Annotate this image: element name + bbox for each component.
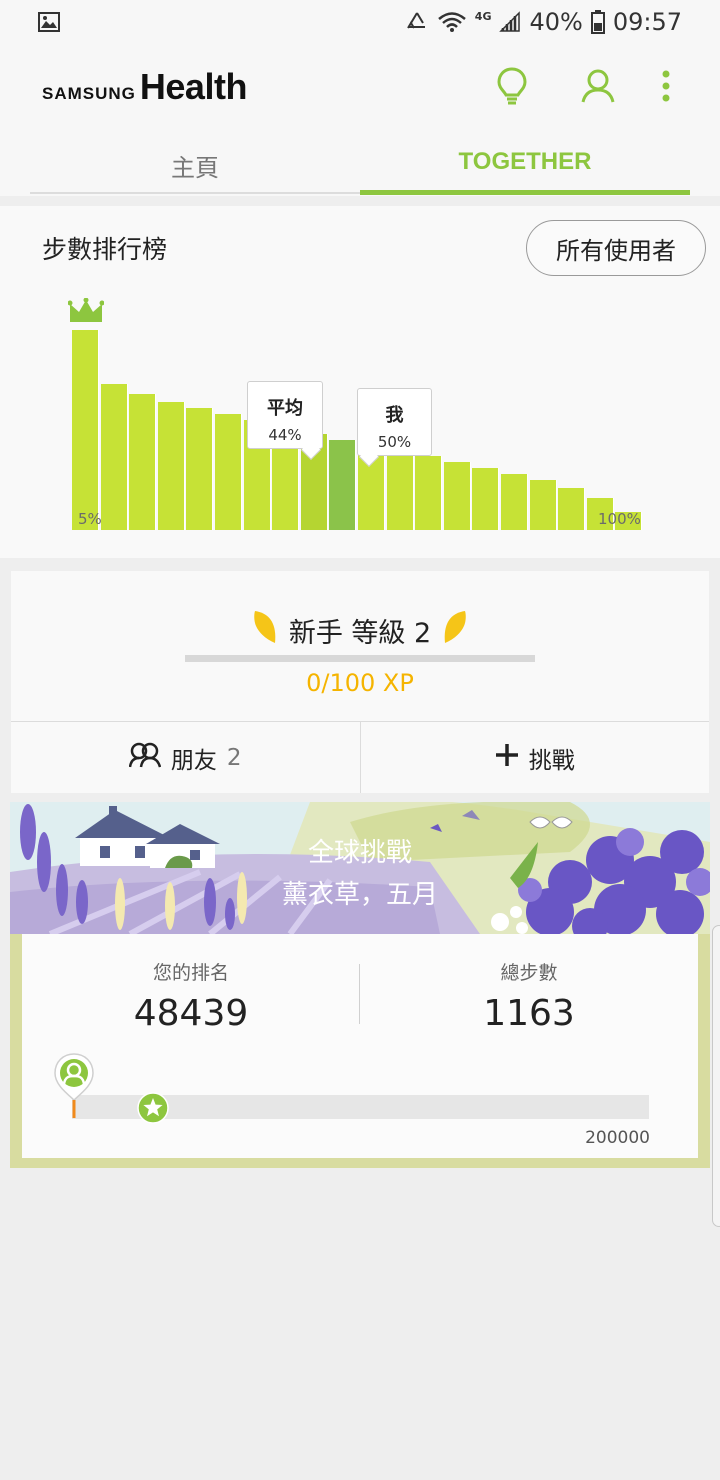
plus-icon — [495, 743, 519, 773]
average-callout: 平均 44% — [247, 381, 323, 460]
brand-samsung: SAMSUNG — [42, 84, 136, 103]
chart-bar — [215, 414, 243, 530]
chart-bar — [443, 462, 471, 530]
star-icon — [137, 1092, 169, 1128]
friends-icon — [128, 742, 162, 774]
me-label: 我 — [385, 405, 404, 426]
profile-icon[interactable] — [578, 66, 618, 106]
battery-icon — [590, 10, 605, 34]
tab-active-indicator — [360, 190, 690, 195]
wifi-icon — [437, 11, 467, 33]
step-leaderboard-chart — [0, 206, 720, 558]
chart-bar — [472, 468, 500, 530]
tab-underline — [30, 192, 360, 194]
chart-bar — [386, 450, 414, 530]
steps-value: 1163 — [483, 993, 575, 1034]
steps-label: 總步數 — [500, 962, 558, 984]
friends-label: 朋友 — [170, 747, 217, 774]
brand-health: Health — [139, 66, 248, 107]
chart-bar — [186, 408, 214, 530]
chart-bar — [558, 488, 586, 530]
me-callout: 我 50% — [357, 388, 432, 467]
app-header: SAMSUNG Health 主頁 TOGETHER — [0, 44, 720, 196]
leaderboard-card: 步數排行榜 所有使用者 平均 44% 我 50% 5% 100% — [0, 206, 720, 558]
avatar-pin-icon — [53, 1052, 95, 1124]
level-actions: 朋友 2 挑戰 — [11, 721, 709, 793]
global-challenge-card[interactable]: 全球挑戰 薰衣草，五月 您的排名 48439 總步數 1163 200000 — [10, 802, 710, 1168]
chart-bar — [501, 474, 529, 530]
chart-bar — [72, 330, 100, 530]
steps-stat: 總步數 1163 — [360, 958, 698, 1034]
challenge-subtitle: 薰衣草，五月 — [281, 880, 438, 910]
xp-text: 0/100 XP — [306, 669, 414, 697]
challenge-button[interactable]: 挑戰 — [359, 722, 710, 793]
challenge-stats: 您的排名 48439 總步數 1163 200000 — [22, 934, 698, 1158]
battery-percent: 40% — [529, 8, 583, 36]
challenge-title: 全球挑戰 — [307, 838, 412, 868]
scrollbar[interactable] — [712, 925, 720, 1227]
chart-bar — [329, 440, 357, 530]
rank-stat: 您的排名 48439 — [22, 958, 360, 1034]
friends-button[interactable]: 朋友 2 — [11, 722, 360, 793]
friends-count: 2 — [226, 744, 242, 771]
tab-together[interactable]: TOGETHER — [360, 140, 690, 196]
image-icon — [38, 12, 60, 36]
clock: 09:57 — [612, 8, 682, 36]
rank-label: 您的排名 — [152, 962, 229, 984]
status-bar: 4G 40% 09:57 — [0, 0, 720, 44]
level-card: 新手 等級 2 0/100 XP 朋友 2 挑戰 — [11, 571, 709, 793]
tab-bar: 主頁 TOGETHER — [30, 140, 690, 196]
signal-icon — [499, 11, 521, 33]
chart-bar — [129, 394, 157, 530]
level-text: 新手 等級 2 — [288, 618, 432, 649]
left-wing-icon — [251, 609, 279, 652]
xp-progress-bar — [185, 655, 535, 662]
right-wing-icon — [441, 609, 469, 652]
app-logo: SAMSUNG Health — [42, 66, 247, 108]
chart-bar — [157, 402, 185, 530]
recycle-icon — [405, 11, 429, 33]
rank-value: 48439 — [133, 993, 249, 1034]
lightbulb-icon[interactable] — [492, 66, 532, 106]
chart-bar — [529, 480, 557, 530]
goal-label: 200000 — [585, 1128, 650, 1148]
chart-left-label: 5% — [78, 510, 102, 528]
challenge-banner: 全球挑戰 薰衣草，五月 — [10, 802, 710, 934]
chart-bar — [100, 384, 128, 530]
average-label: 平均 — [267, 398, 303, 419]
chart-right-label: 100% — [598, 510, 641, 528]
tab-home[interactable]: 主頁 — [30, 140, 360, 196]
crown-icon — [67, 297, 105, 328]
more-icon[interactable] — [646, 66, 686, 106]
network-type: 4G — [474, 9, 492, 23]
level-title: 新手 等級 2 — [11, 609, 709, 652]
challenge-label: 挑戰 — [528, 747, 575, 774]
chart-bar — [415, 456, 443, 530]
